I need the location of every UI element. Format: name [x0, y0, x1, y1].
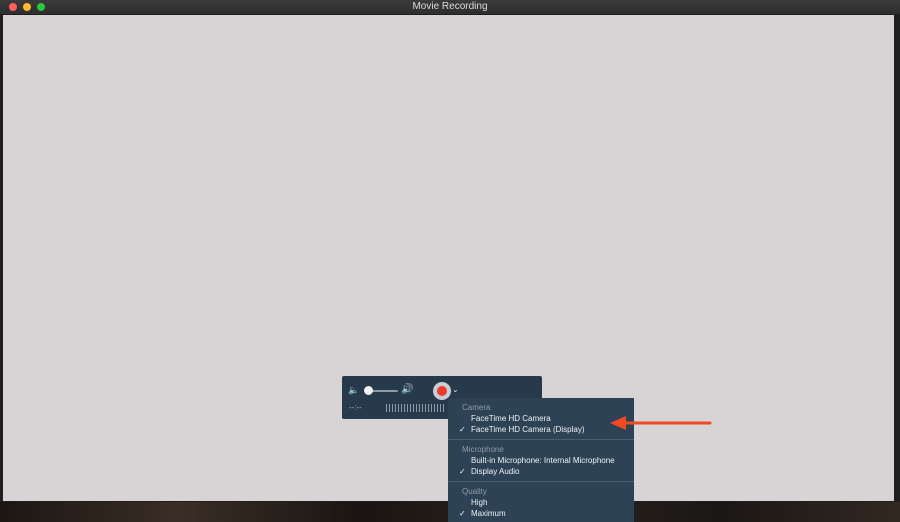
window-title: Movie Recording [412, 1, 488, 12]
menu-header-camera: Camera [462, 403, 491, 412]
record-icon [437, 386, 447, 396]
menu-item-quality-maximum[interactable]: Maximum [471, 509, 506, 518]
volume-high-icon: 🔊 [401, 384, 414, 395]
menu-item-facetime-hd-camera-display[interactable]: FaceTime HD Camera (Display) [471, 425, 585, 434]
menu-separator [448, 481, 634, 482]
checkmark-icon: ✓ [459, 425, 466, 434]
options-menu: Camera FaceTime HD Camera ✓ FaceTime HD … [448, 398, 634, 522]
menu-separator [448, 439, 634, 440]
menu-header-microphone: Microphone [462, 445, 504, 454]
menu-item-builtin-microphone[interactable]: Built-in Microphone: Internal Microphone [471, 456, 615, 465]
chevron-down-icon[interactable]: ⌄ [452, 385, 459, 395]
title-bar[interactable]: Movie Recording [0, 0, 900, 14]
menu-item-display-audio[interactable]: Display Audio [471, 467, 519, 476]
volume-low-icon: 🔈 [348, 385, 360, 395]
menu-header-quality: Quality [462, 487, 487, 496]
annotation-arrow-icon [610, 416, 712, 430]
menu-item-quality-high[interactable]: High [471, 498, 487, 507]
checkmark-icon: ✓ [459, 467, 466, 476]
menu-item-facetime-hd-camera[interactable]: FaceTime HD Camera [471, 414, 551, 423]
audio-level-meter [386, 404, 446, 412]
volume-slider-knob[interactable] [364, 386, 373, 395]
checkmark-icon: ✓ [459, 509, 466, 518]
elapsed-time: --:-- [349, 403, 362, 412]
